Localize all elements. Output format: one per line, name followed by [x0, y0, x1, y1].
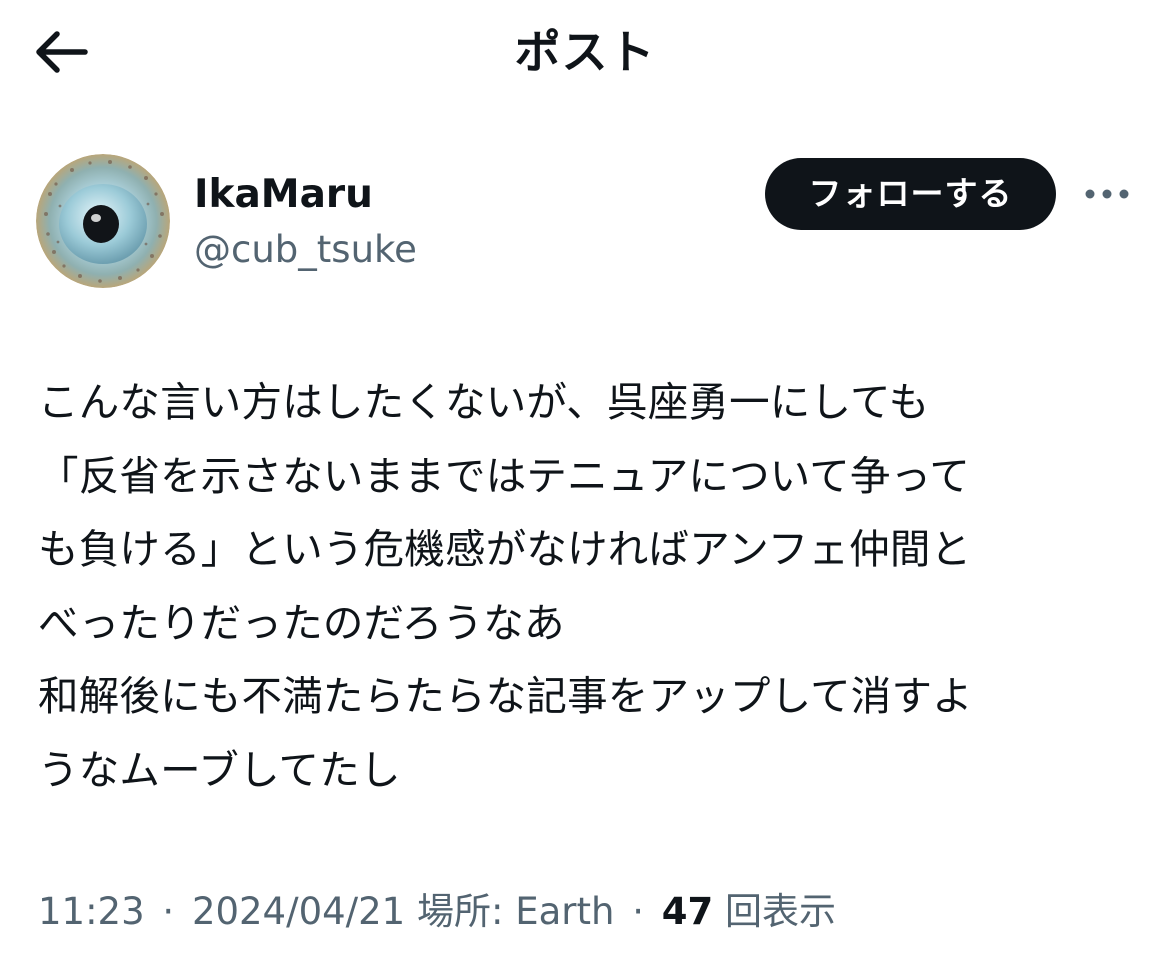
post-meta: 11:23 · 2024/04/21 場所: Earth · 47 回表示	[38, 886, 836, 938]
author-display-name[interactable]: IkaMaru	[194, 170, 373, 220]
eye-avatar-image	[36, 154, 170, 288]
page-title: ポスト	[514, 25, 656, 79]
views-label: 回表示	[724, 890, 836, 933]
post-location: 場所: Earth	[416, 890, 615, 933]
follow-button[interactable]: フォローする	[765, 158, 1056, 230]
post-date[interactable]: 2024/04/21	[192, 890, 405, 933]
post-text-line: うなムーブしてたし	[38, 745, 401, 794]
post-text-line: べったりだったのだろうなあ	[38, 598, 565, 647]
ellipsis-icon	[1085, 189, 1129, 199]
top-bar: ポスト	[0, 0, 1170, 104]
avatar[interactable]	[36, 154, 170, 288]
post-time[interactable]: 11:23	[38, 890, 145, 933]
more-options-button[interactable]	[1082, 176, 1132, 212]
author-handle: @cub_tsuke	[194, 228, 417, 271]
post-text-line: こんな言い方はしたくないが、呉座勇一にしても	[38, 378, 930, 426]
post-detail-page: ポスト IkaMaru @cub_tsuke フォローする こんな言い方はしたく…	[0, 0, 1170, 958]
post-text-line: 「反省を示さないままではテニュアについて争って	[38, 451, 971, 500]
meta-separator: ·	[632, 890, 644, 933]
post-text-line: 和解後にも不満たらたらな記事をアップして消すよ	[38, 672, 973, 720]
views-count[interactable]: 47	[662, 890, 714, 933]
post-text-line: も負ける」という危機感がなければアンフェ仲間と	[38, 525, 972, 573]
meta-separator: ·	[162, 890, 175, 933]
post-body: こんな言い方はしたくないが、呉座勇一にしても 「反省を示さないままではテニュアに…	[38, 366, 1148, 807]
